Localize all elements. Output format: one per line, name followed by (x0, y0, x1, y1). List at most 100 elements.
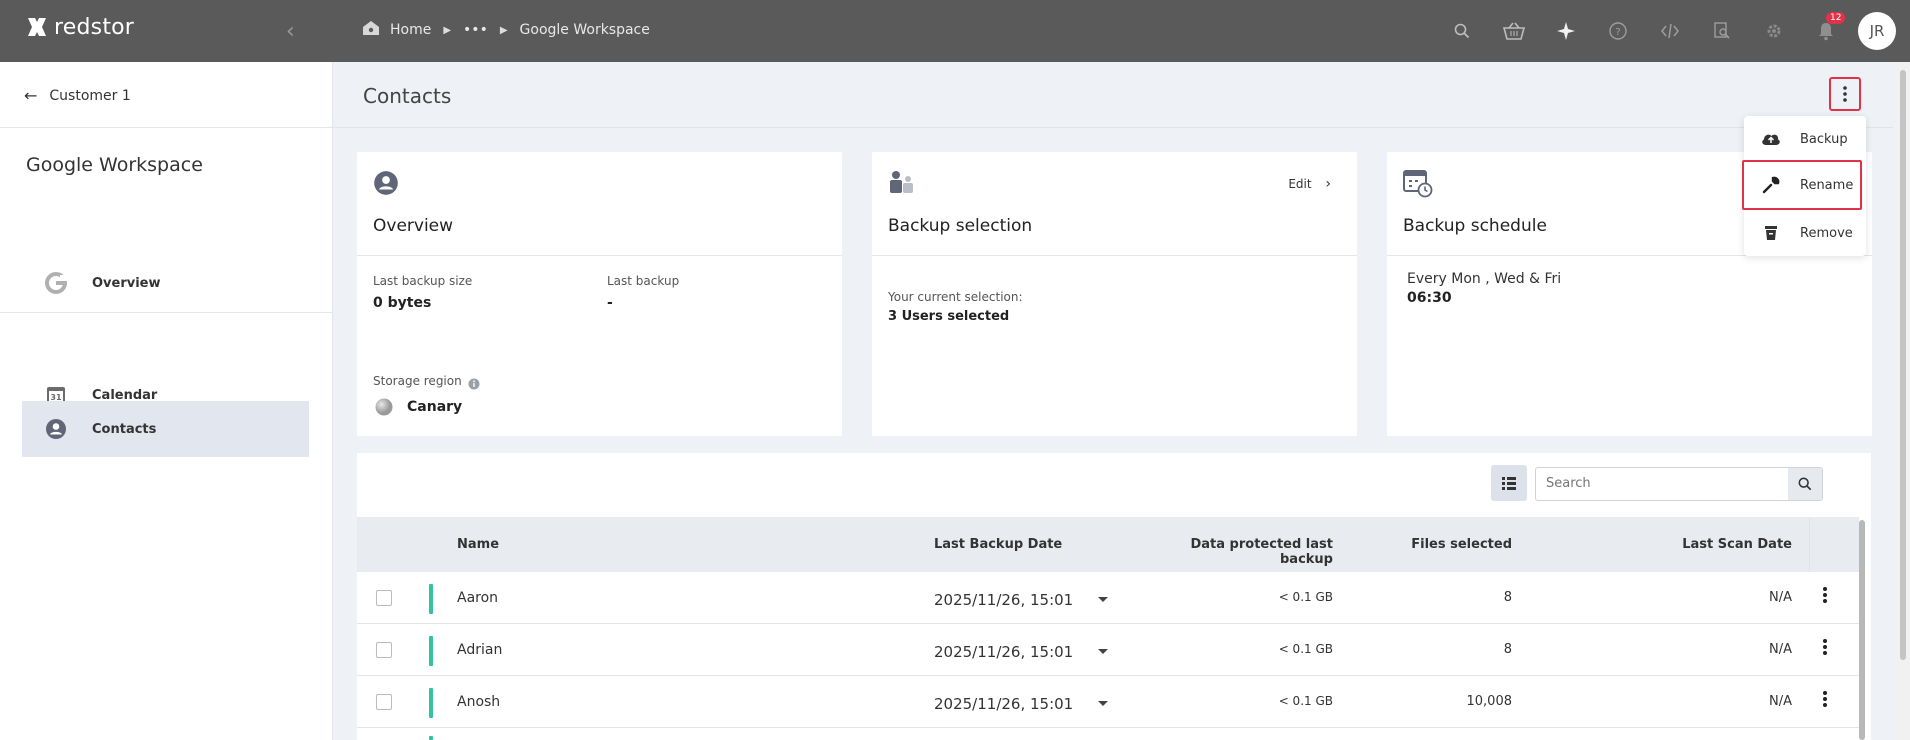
card-title: Backup selection (888, 216, 1033, 236)
top-bar: redstor ‹ Home ▶ ••• ▶ Google Workspace … (0, 0, 1910, 62)
cell-name: Adrian (457, 642, 503, 658)
code-icon[interactable] (1644, 0, 1696, 62)
schedule-time: 06:30 (1407, 290, 1452, 306)
collapse-sidebar-icon[interactable]: ‹ (286, 19, 295, 44)
cell-data-protected: < 0.1 GB (1278, 590, 1333, 604)
cell-files-selected: 8 (1503, 590, 1512, 605)
cell-last-scan-date: N/A (1769, 642, 1792, 657)
more-options-button[interactable] (1829, 77, 1861, 111)
last-backup-label: Last backup (607, 274, 680, 288)
kebab-icon (1843, 86, 1847, 102)
menu-item-label: Rename (1800, 177, 1854, 193)
cell-files-selected: 8 (1503, 642, 1512, 657)
edit-selection-link[interactable]: Edit › (1288, 176, 1331, 192)
info-icon[interactable] (468, 375, 480, 394)
search-icon[interactable] (1436, 0, 1488, 62)
table-row[interactable]: Adrian 2025/11/26, 15:01 < 0.1 GB 8 N/A (357, 624, 1859, 676)
sidebar-item-overview[interactable]: Overview (22, 255, 309, 311)
top-toolbar: ? 12 JR (1436, 0, 1910, 62)
list-view-button[interactable] (1491, 465, 1527, 501)
row-actions-kebab-icon[interactable] (1823, 690, 1827, 712)
help-icon[interactable]: ? (1592, 0, 1644, 62)
last-backup-size-label: Last backup size (373, 274, 473, 288)
list-icon (1502, 477, 1516, 490)
menu-item-remove[interactable]: Remove (1744, 210, 1866, 256)
chevron-right-icon: › (1325, 176, 1331, 192)
cell-last-backup-date: 2025/11/26, 15:01 (934, 591, 1074, 609)
card-title: Backup schedule (1403, 216, 1547, 236)
search-icon (1798, 477, 1812, 491)
card-title: Overview (373, 216, 454, 236)
table-row[interactable]: Anosh 2025/11/26, 15:01 < 0.1 GB 10,008 … (357, 676, 1859, 728)
chevron-down-icon[interactable] (1098, 701, 1108, 706)
users-icon (888, 170, 916, 198)
region-globe-icon (375, 398, 393, 420)
sparkle-icon[interactable] (1540, 0, 1592, 62)
breadcrumb-separator-icon: ▶ (443, 24, 452, 36)
breadcrumb-separator-icon: ▶ (499, 24, 508, 36)
redstor-logo-icon (28, 18, 46, 36)
column-header-data-protected[interactable]: Data protected last backup (1178, 537, 1333, 567)
cell-name: Aaron (457, 590, 499, 606)
last-backup-value: - (607, 295, 613, 311)
contact-icon (373, 170, 399, 200)
google-icon (44, 271, 68, 295)
row-checkbox[interactable] (376, 642, 392, 658)
table-row[interactable]: Aaron 2025/11/26, 15:01 < 0.1 GB 8 N/A (357, 572, 1859, 624)
divider (0, 127, 333, 128)
status-indicator (429, 584, 433, 614)
column-header-last-backup-date[interactable]: Last Backup Date (934, 537, 1062, 552)
cell-files-selected: 10,008 (1466, 694, 1513, 709)
column-header-files-selected[interactable]: Files selected (1377, 537, 1512, 552)
cell-last-backup-date: 2025/11/26, 15:01 (934, 695, 1074, 713)
sidebar-item-label: Contacts (92, 421, 157, 437)
row-checkbox[interactable] (376, 694, 392, 710)
status-indicator (429, 688, 433, 718)
divider (357, 255, 842, 256)
menu-item-rename[interactable]: Rename (1742, 160, 1862, 210)
sidebar-item-contacts[interactable]: Contacts (22, 401, 309, 457)
notification-badge: 12 (1826, 12, 1846, 24)
gear-icon[interactable] (1748, 0, 1800, 62)
row-actions-kebab-icon[interactable] (1823, 638, 1827, 660)
sidebar-title: Google Workspace (26, 154, 203, 176)
arrow-left-icon: ← (24, 86, 38, 105)
cell-last-backup-date: 2025/11/26, 15:01 (934, 643, 1074, 661)
edit-label: Edit (1288, 177, 1312, 191)
user-avatar[interactable]: JR (1858, 12, 1896, 50)
cell-data-protected: < 0.1 GB (1278, 694, 1333, 708)
cell-last-scan-date: N/A (1769, 590, 1792, 605)
cell-name: Anosh (457, 694, 501, 710)
menu-item-label: Backup (1800, 131, 1848, 147)
notifications-bell-icon[interactable]: 12 (1800, 0, 1852, 62)
back-link[interactable]: ← Customer 1 (24, 86, 131, 105)
table-row[interactable] (357, 728, 1859, 740)
row-checkbox[interactable] (376, 590, 392, 606)
column-header-name[interactable]: Name (457, 537, 499, 552)
chevron-down-icon[interactable] (1098, 597, 1108, 602)
menu-item-label: Remove (1800, 225, 1853, 241)
more-options-menu: Backup Rename Remove (1742, 116, 1866, 256)
svg-text:?: ? (1615, 27, 1620, 38)
sidebar: ← Customer 1 Google Workspace Overview 3… (0, 62, 333, 740)
table-scrollbar[interactable] (1859, 520, 1865, 740)
basket-icon[interactable] (1488, 0, 1540, 62)
home-icon[interactable] (362, 20, 380, 40)
current-selection-label: Your current selection: (888, 290, 1023, 304)
breadcrumb-home[interactable]: Home (390, 22, 431, 38)
page-scrollbar-thumb[interactable] (1900, 70, 1906, 660)
chevron-down-icon[interactable] (1098, 649, 1108, 654)
search-button[interactable] (1788, 468, 1822, 500)
search-box (1535, 467, 1823, 501)
search-document-icon[interactable] (1696, 0, 1748, 62)
last-backup-size-value: 0 bytes (373, 295, 432, 311)
breadcrumb: Home ▶ ••• ▶ Google Workspace (362, 20, 650, 40)
search-input[interactable] (1546, 468, 1786, 498)
column-header-last-scan-date[interactable]: Last Scan Date (1597, 537, 1792, 552)
breadcrumb-ellipsis[interactable]: ••• (463, 22, 488, 38)
row-actions-kebab-icon[interactable] (1823, 586, 1827, 608)
page-title: Contacts (363, 84, 452, 108)
storage-region-label: Storage region (373, 374, 462, 388)
menu-item-backup[interactable]: Backup (1744, 116, 1866, 162)
brand-logo[interactable]: redstor (24, 14, 134, 40)
